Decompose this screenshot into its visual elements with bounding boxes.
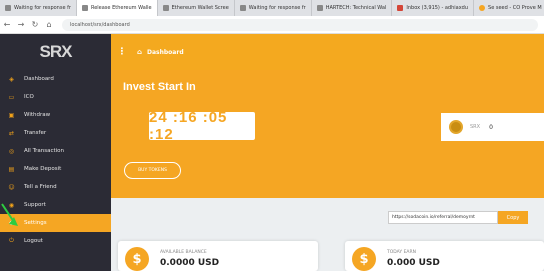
card-value: 0.000 USD (387, 258, 440, 268)
withdraw-icon: ▣ (8, 111, 15, 119)
top-bar: ⋮ ⌂ Dashboard (111, 34, 544, 70)
reload-icon[interactable]: ↻ (28, 20, 42, 29)
sidebar-item-all-transaction[interactable]: ◎ All Transaction (0, 142, 111, 160)
deposit-icon: ▤ (8, 165, 15, 173)
sidebar-item-withdraw[interactable]: ▣ Withdraw (0, 106, 111, 124)
sidebar-item-logout[interactable]: ⏻ Logout (0, 232, 111, 250)
tab-title: Waiting for response fr (248, 5, 306, 11)
breadcrumb-label: Dashboard (147, 48, 184, 56)
buy-tokens-button[interactable]: BUY TOKENS (124, 162, 181, 179)
srx-label: SRX (470, 124, 481, 130)
tab-favicon-icon (5, 5, 11, 11)
sidebar-item-label: Support (24, 202, 46, 208)
available-balance-card: $ AVAILABLE BALANCE 0.0000 USD (118, 241, 318, 271)
cursor-arrow-icon (1, 203, 18, 226)
tab-favicon-icon (162, 5, 169, 11)
sidebar-item-label: Dashboard (24, 76, 54, 82)
dollar-icon: $ (125, 247, 149, 271)
tab-favicon-icon (239, 5, 246, 11)
browser-tab[interactable]: Release Ethereum Walle (76, 0, 158, 16)
browser-address-bar: ← → ↻ ⌂ localhost/srx/dashboard (0, 16, 544, 34)
dollar-icon: $ (352, 247, 376, 271)
tab-favicon-icon (316, 5, 323, 11)
home-icon[interactable]: ⌂ (42, 20, 56, 29)
browser-tab[interactable]: HARTECH: Technical Wal (312, 0, 393, 16)
back-arrow-icon[interactable]: ← (0, 20, 14, 29)
home-icon: ⌂ (137, 48, 143, 56)
tab-title: Release Ethereum Walle (90, 5, 152, 11)
logout-icon: ⏻ (9, 237, 14, 244)
sidebar-item-tell-a-friend[interactable]: ☺ Tell a Friend (0, 178, 111, 196)
sidebar-item-transfer[interactable]: ⇄ Transfer (0, 124, 111, 142)
browser-tab[interactable]: Se seed - CO Prove M (474, 0, 544, 16)
sidebar: SRX ◈ Dashboard ▭ ICO ▣ Withdraw ⇄ Transfer … (0, 34, 111, 271)
url-input[interactable]: localhost/srx/dashboard (62, 18, 538, 31)
referral-row: https://sodacoin.io/referral/demoyrnt Co… (111, 198, 544, 240)
browser-tab[interactable]: Waiting for response fr (235, 0, 312, 16)
friend-icon: ☺ (8, 183, 15, 191)
browser-tab[interactable]: Ethereum Wallet Scree (158, 0, 235, 16)
today-earn-card: $ TODAY EARN 0.000 USD (345, 241, 544, 271)
card-value: 0.0000 USD (160, 258, 220, 268)
dashboard-icon: ◈ (9, 75, 14, 83)
browser-tab-strip: Waiting for response fr Release Ethereum… (0, 0, 544, 16)
coin-icon (449, 120, 463, 134)
tab-title: Waiting for response fr (14, 5, 71, 11)
referral-link-input[interactable]: https://sodacoin.io/referral/demoyrnt (388, 211, 498, 224)
tab-favicon-icon (397, 5, 404, 11)
countdown-timer: 24 :16 :05 :12 (149, 109, 255, 143)
ico-icon: ▭ (8, 93, 15, 101)
sidebar-item-label: ICO (24, 94, 34, 100)
sidebar-item-label: All Transaction (24, 148, 65, 154)
sidebar-item-label: Withdraw (24, 112, 51, 118)
tab-title: Inbox (3,915) - adhiaxdu (406, 5, 469, 11)
tab-title: Se seed - CO Prove M (488, 5, 542, 11)
forward-arrow-icon[interactable]: → (14, 20, 28, 29)
transactions-icon: ◎ (8, 147, 15, 155)
tab-favicon-icon (81, 5, 88, 11)
tab-title: HARTECH: Technical Wal (325, 5, 387, 11)
sidebar-item-ico[interactable]: ▭ ICO (0, 88, 111, 106)
sidebar-item-label: Make Deposit (24, 166, 62, 172)
browser-tab[interactable]: Waiting for response fr (0, 0, 77, 16)
srx-value: 0 (489, 123, 493, 131)
brand-logo[interactable]: SRX (0, 34, 111, 70)
card-label: TODAY EARN (387, 250, 416, 255)
sidebar-item-label: Tell a Friend (24, 184, 57, 190)
sidebar-item-dashboard[interactable]: ◈ Dashboard (0, 70, 111, 88)
menu-toggle-icon[interactable]: ⋮ (115, 47, 129, 57)
card-label: AVAILABLE BALANCE (160, 250, 207, 255)
srx-balance-box: SRX 0 (441, 113, 544, 141)
sidebar-item-label: Transfer (24, 130, 47, 136)
copy-button[interactable]: Copy (498, 211, 528, 224)
sidebar-item-label: Settings (24, 220, 47, 226)
tab-favicon-icon (479, 5, 486, 11)
transfer-icon: ⇄ (8, 129, 15, 137)
browser-tab[interactable]: Inbox (3,915) - adhiaxdu (392, 0, 475, 16)
tab-title: Ethereum Wallet Scree (171, 5, 229, 11)
invest-title: Invest Start In (123, 81, 196, 93)
sidebar-item-make-deposit[interactable]: ▤ Make Deposit (0, 160, 111, 178)
breadcrumb[interactable]: ⌂ Dashboard (137, 48, 184, 56)
sidebar-item-label: Logout (24, 238, 43, 244)
